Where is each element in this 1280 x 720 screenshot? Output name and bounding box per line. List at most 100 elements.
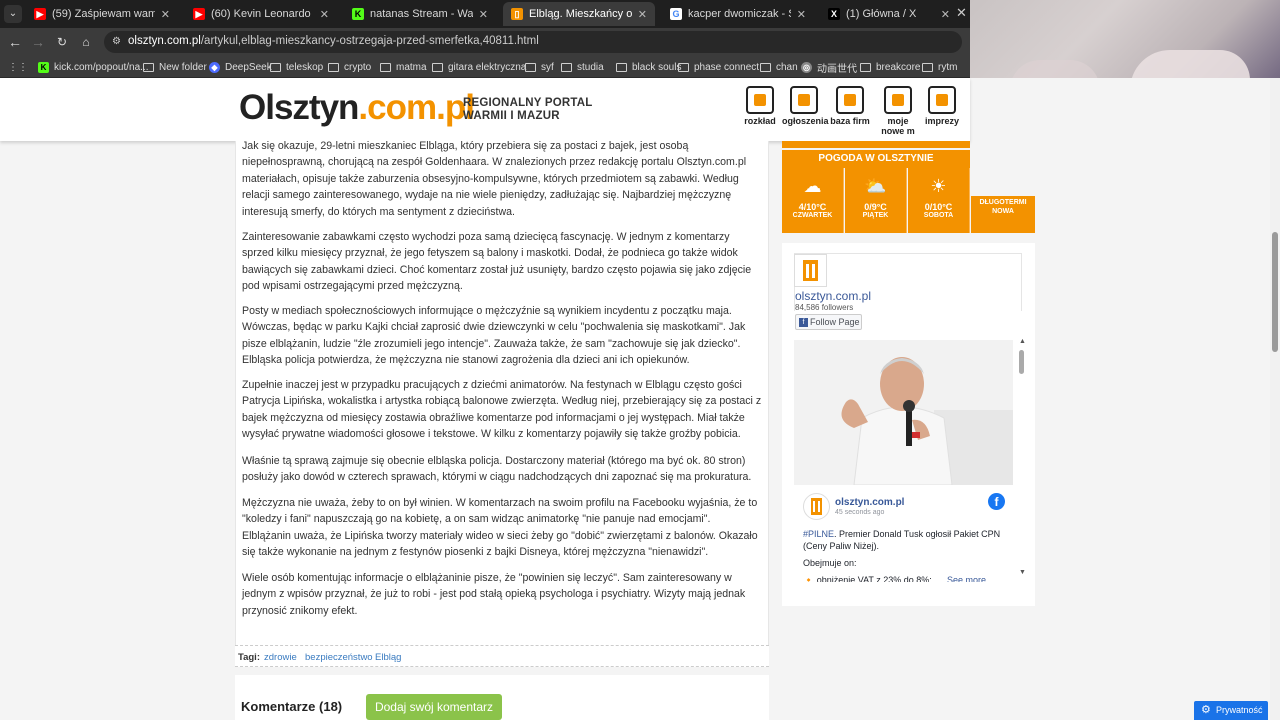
article-paragraph-5: Właśnie tą sprawą zajmuje się obecnie el… [242,455,752,484]
site-tagline: REGIONALNY PORTAL WARMII I MAZUR [463,97,592,123]
bookmark-label: 动画世代 [817,63,857,75]
bookmark-item[interactable]: teleskop [270,59,323,75]
bookmark-label: gitara elektryczna [448,61,527,73]
bookmark-item[interactable]: phase connect [678,59,759,75]
bookmark-item[interactable]: ◎ 动画世代 [801,59,857,75]
address-bar[interactable]: ⚙ olsztyn.com.pl/artykul,elblag-mieszkan… [104,31,962,53]
browser-tab[interactable]: ▶ (60) Kevin Leonardo - YouTube ✕ [185,2,337,26]
bookmark-item[interactable]: New folder [143,59,207,75]
bookmark-item[interactable]: gitara elektryczna [432,59,526,75]
fb-page-name[interactable]: olsztyn.com.pl [795,289,871,303]
window-close-icon[interactable]: ✕ [956,5,967,21]
tag-link[interactable]: bezpieczeństwo [305,652,373,663]
url-text: olsztyn.com.pl/artykul,elblag-mieszkancy… [128,35,539,47]
home-icon[interactable]: ⌂ [77,33,95,51]
add-comment-button[interactable]: Dodaj swój komentarz [366,694,502,720]
browser-tab[interactable]: Knatanas Stream - Watch Live on ✕ [344,2,496,26]
tab-favicon-icon: ▶ [34,8,46,20]
site-logo[interactable]: Olsztyn.com.pl [239,88,475,128]
bookmark-item[interactable]: crypto [328,59,371,75]
folder-icon [922,62,933,72]
bookmark-item[interactable]: studia [561,59,604,75]
weather-top-strip [782,141,970,148]
tab-search-dropdown[interactable]: ⌄ [4,5,22,23]
tab-title: natanas Stream - Watch Live on [370,8,473,20]
kick-icon: K [38,61,49,73]
bookmark-label: DeepSeek [225,61,272,73]
tab-close-icon[interactable]: ✕ [320,8,329,21]
scroll-up-icon[interactable]: ▲ [1019,338,1026,345]
tab-title: (1) Główna / X [846,8,917,20]
tab-title: (60) Kevin Leonardo - YouTube [211,8,314,20]
bookmark-item[interactable]: rytm [922,59,957,75]
browser-tab-bar: ⌄ ▶ (59) Zaśpiewam wam utwór Bu ✕ ▶ (60) Kev… [0,0,970,28]
header-nav-4[interactable]: moje nowe m [876,86,920,136]
browser-tab[interactable]: Gkacper dwomiczak - Szukaj w G ✕ [662,2,814,26]
bookmark-item[interactable]: breakcore [860,59,920,75]
bookmark-label: phase connect [694,61,760,73]
weather-day-3[interactable]: ☀ 0/10°C SOBOTA [908,168,970,233]
tag-link[interactable]: Elbląg [375,652,401,663]
fb-post-hashtag[interactable]: #PILNE [803,529,834,539]
apps-grid-icon[interactable]: ⋮⋮ [8,59,28,75]
bookmark-item[interactable]: Kkick.com/popout/na... [38,59,149,75]
weather-day-2[interactable]: ⛅ 0/9°C PIĄTEK [845,168,907,233]
header-nav-label: imprezy [924,116,959,126]
tab-title: kacper dwomiczak - Szukaj w G [688,8,791,20]
list-icon [836,86,864,114]
bookmark-label: kick.com/popout/na... [54,61,149,73]
weather-day-1[interactable]: ☁ 4/10°C CZWARTEK [782,168,844,233]
long-term-forecast-link[interactable]: DŁUGOTERMI NOWA [971,196,1035,233]
header-nav-1[interactable]: rozkład [738,86,782,126]
bookmark-label: teleskop [286,61,324,73]
fb-page-avatar[interactable] [794,254,827,287]
privacy-button[interactable]: ⚙ Prywatność [1194,701,1268,720]
weather-temp: 4/10°C [798,202,827,212]
browser-tab[interactable]: X (1) Główna / X ✕ [820,2,958,26]
tab-close-icon[interactable]: ✕ [479,8,488,21]
tab-close-icon[interactable]: ✕ [638,8,647,21]
site-info-icon[interactable]: ⚙ [112,36,121,47]
bookmark-item[interactable]: ◆ DeepSeek [209,59,272,75]
fb-post-photo[interactable] [794,340,1013,485]
fb-feed-scrollbar[interactable]: ▲ ▼ [1018,338,1026,578]
sun-icon: ☀ [930,176,947,196]
fb-post-time[interactable]: 45 seconds ago [835,509,884,516]
comments-section: Komentarze (18) Dodaj swój komentarz [235,675,769,720]
fb-followers: 84,586 followers [795,303,854,311]
fb-post-text: #PILNE. Premier Donald Tusk ogłosił Paki… [803,528,1008,552]
bookmark-label: rytm [938,61,958,73]
bookmark-item[interactable]: matma [380,59,427,75]
header-nav-3[interactable]: baza firm [828,86,872,126]
deepseek-icon: ◆ [209,61,220,73]
tab-close-icon[interactable]: ✕ [161,8,170,21]
fb-post-avatar[interactable] [803,493,830,520]
tags-label: Tagi: [238,652,260,663]
header-nav-label: ogłoszenia [782,116,829,126]
tab-favicon-icon: X [828,8,840,20]
bookmark-item[interactable]: black souls [616,59,681,75]
article-paragraph-7: Wiele osób komentując informacje o elblą… [242,572,746,617]
bookmark-item[interactable]: syf [525,59,554,75]
forward-arrow-icon[interactable]: → [29,33,47,51]
globe-icon: ◎ [801,61,812,73]
facebook-logo-icon[interactable]: f [988,493,1005,510]
folder-icon [270,62,281,72]
browser-tab[interactable]: ▯ Elbląg. Mieszkańcy ostrzegają p ✕ [503,2,655,26]
tab-close-icon[interactable]: ✕ [797,8,806,21]
fb-see-more-link[interactable]: See more [947,575,986,582]
page-scrollbar[interactable] [1270,78,1280,720]
back-arrow-icon[interactable]: ← [6,33,24,51]
tag-link[interactable]: zdrowie [264,652,297,663]
fb-post-page-name[interactable]: olsztyn.com.pl [835,497,904,508]
header-nav-5[interactable]: imprezy [920,86,964,126]
bookmark-item[interactable]: chan [760,59,798,75]
bookmarks-bar: ⋮⋮ Kkick.com/popout/na... New folder ◆ Deep… [0,56,970,78]
reload-icon[interactable]: ↻ [53,33,71,51]
fb-follow-button[interactable]: f Follow Page [795,314,862,330]
header-nav-2[interactable]: ogłoszenia [782,86,829,126]
browser-tab[interactable]: ▶ (59) Zaśpiewam wam utwór Bu ✕ [26,2,178,26]
tagline-line2: WARMII I MAZUR [463,110,560,122]
scroll-down-icon[interactable]: ▼ [1019,569,1026,576]
tab-close-icon[interactable]: ✕ [941,8,950,21]
